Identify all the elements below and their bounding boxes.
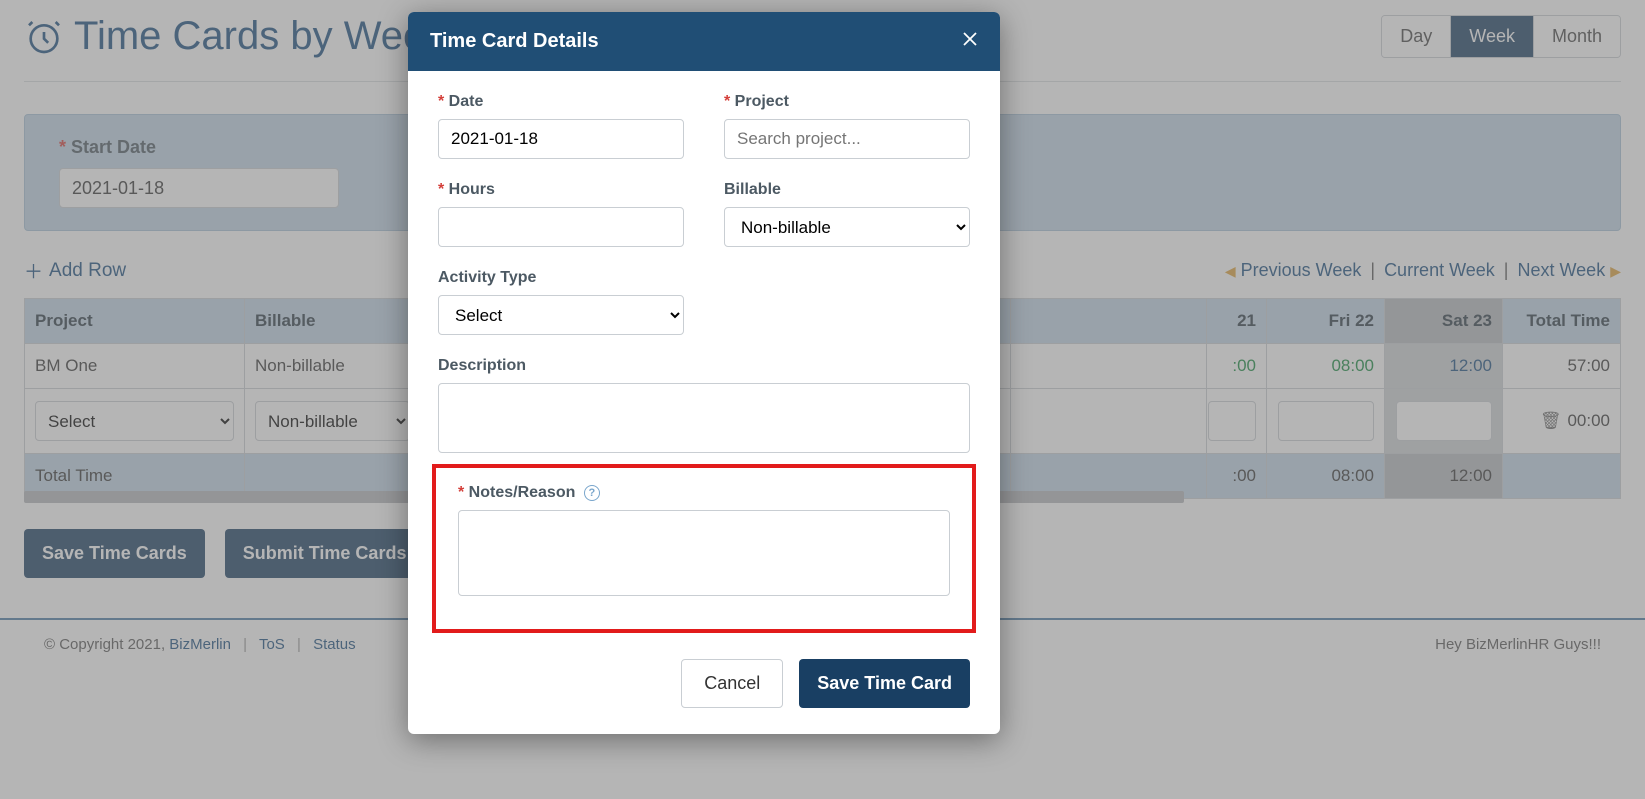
notes-label: Notes/Reason ? bbox=[458, 484, 950, 502]
billable-select[interactable]: Non-billable bbox=[724, 207, 970, 247]
description-label: Description bbox=[438, 357, 970, 375]
project-label: Project bbox=[724, 93, 970, 111]
save-timecard-button[interactable]: Save Time Card bbox=[799, 659, 970, 708]
description-textarea[interactable] bbox=[438, 383, 970, 453]
date-input[interactable] bbox=[438, 119, 684, 159]
project-input[interactable] bbox=[724, 119, 970, 159]
date-label: Date bbox=[438, 93, 684, 111]
cancel-button[interactable]: Cancel bbox=[681, 659, 783, 708]
activity-select[interactable]: Select bbox=[438, 295, 684, 335]
modal-title: Time Card Details bbox=[430, 30, 599, 53]
close-icon[interactable] bbox=[962, 31, 978, 52]
hours-label: Hours bbox=[438, 181, 684, 199]
notes-textarea[interactable] bbox=[458, 510, 950, 596]
activity-label: Activity Type bbox=[438, 269, 684, 287]
notes-highlight-box: Notes/Reason ? bbox=[432, 464, 976, 633]
hours-input[interactable] bbox=[438, 207, 684, 247]
billable-label: Billable bbox=[724, 181, 970, 199]
timecard-details-modal: Time Card Details Date Project Hours Bil… bbox=[408, 12, 1000, 734]
help-icon[interactable]: ? bbox=[584, 485, 600, 501]
